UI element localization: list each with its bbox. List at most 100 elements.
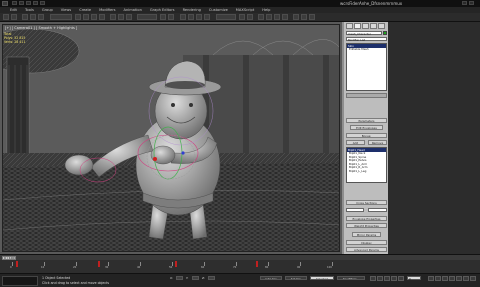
object-name-field[interactable]: mesh_Character [346, 31, 382, 36]
maxscript-listener[interactable] [2, 276, 38, 286]
menu-modifiers[interactable]: Modifiers [99, 8, 115, 12]
menu-customize[interactable]: Customize [209, 8, 228, 12]
named-selection-dropdown[interactable] [216, 14, 236, 20]
undo-tool-icon[interactable] [3, 14, 9, 20]
y-coordinate-field[interactable] [192, 276, 199, 280]
percent-snap-icon[interactable] [196, 14, 202, 20]
select-object-icon[interactable] [75, 14, 81, 20]
stack-item-mesh[interactable]: Editable Mesh [347, 47, 386, 52]
current-frame-field[interactable]: 0 [407, 276, 421, 281]
menu-maxscript[interactable]: MAXScript [236, 8, 254, 12]
spinner-snap-icon[interactable] [204, 14, 210, 20]
pan-icon[interactable] [456, 276, 462, 281]
advanced-params-rollout[interactable]: Advanced Params [346, 247, 387, 252]
menu-graph-editors[interactable]: Graph Editors [150, 8, 175, 12]
manipulate-icon[interactable] [168, 14, 174, 20]
mirror-icon[interactable] [239, 14, 245, 20]
redo-tool-icon[interactable] [11, 14, 17, 20]
modifier-list-dropdown[interactable]: Modifier List [346, 37, 387, 42]
x-coordinate-field[interactable] [176, 276, 183, 280]
close-icon[interactable] [469, 1, 474, 5]
new-file-icon[interactable] [12, 1, 17, 5]
zoom-icon[interactable] [428, 276, 434, 281]
stack-controls[interactable] [346, 93, 387, 98]
bind-spacewarp-icon[interactable] [38, 14, 44, 20]
menu-help[interactable]: Help [262, 8, 270, 12]
motion-tab-icon[interactable] [370, 23, 377, 29]
save-file-icon[interactable] [26, 1, 31, 5]
maximize-viewport-icon[interactable] [470, 276, 476, 281]
modify-tab-icon[interactable] [354, 23, 361, 29]
hierarchy-tab-icon[interactable] [362, 23, 369, 29]
selection-region-icon[interactable] [91, 14, 97, 20]
auto-key-button[interactable]: Auto Key [260, 276, 282, 280]
set-key-button[interactable]: Set Key [285, 276, 307, 280]
modifier-stack[interactable]: Skin Editable Mesh [346, 43, 387, 91]
selection-filter-dropdown[interactable] [50, 14, 72, 20]
move-icon[interactable] [110, 14, 116, 20]
reference-coordinate-dropdown[interactable] [137, 14, 157, 20]
display-rollout[interactable]: Display [346, 240, 387, 245]
play-icon[interactable] [384, 276, 390, 281]
zoom-extents-icon[interactable] [442, 276, 448, 281]
menu-rendering[interactable]: Rendering [183, 8, 201, 12]
mirror-params-rollout[interactable]: Mirror Params [352, 232, 381, 237]
open-file-icon[interactable] [19, 1, 24, 5]
menu-create[interactable]: Create [79, 8, 91, 12]
menu-animation[interactable]: Animation [124, 8, 142, 12]
parameters-rollout[interactable]: Parameters [346, 118, 387, 123]
link-icon[interactable] [22, 14, 28, 20]
undo-icon[interactable] [33, 1, 38, 5]
orbit-icon[interactable] [463, 276, 469, 281]
create-tab-icon[interactable] [346, 23, 353, 29]
envelope-properties-rollout[interactable]: Envelope Properties [346, 216, 387, 221]
previous-frame-icon[interactable] [377, 276, 383, 281]
menu-views[interactable]: Views [61, 8, 71, 12]
menu-group[interactable]: Group [42, 8, 53, 12]
zoom-all-icon[interactable] [435, 276, 441, 281]
rotate-icon[interactable] [118, 14, 124, 20]
keyframe-marker[interactable] [98, 261, 100, 267]
menu-edit[interactable]: Edit [10, 8, 17, 12]
align-icon[interactable] [247, 14, 253, 20]
squash-field[interactable] [368, 208, 387, 212]
rendered-frame-icon[interactable] [301, 14, 307, 20]
window-crossing-icon[interactable] [99, 14, 105, 20]
keyframe-marker[interactable] [256, 261, 258, 267]
unlink-icon[interactable] [30, 14, 36, 20]
layer-manager-icon[interactable] [258, 14, 264, 20]
keyframe-marker[interactable] [16, 261, 18, 267]
field-of-view-icon[interactable] [449, 276, 455, 281]
scale-icon[interactable] [126, 14, 132, 20]
schematic-view-icon[interactable] [274, 14, 280, 20]
track-bar[interactable]: 0 10 20 30 40 50 60 70 80 90 100 [0, 260, 480, 273]
app-logo-icon[interactable] [2, 1, 8, 6]
display-tab-icon[interactable] [378, 23, 385, 29]
pivot-icon[interactable] [160, 14, 166, 20]
key-filters-button[interactable]: Key Filters... [337, 276, 365, 280]
select-by-name-icon[interactable] [83, 14, 89, 20]
menu-tools[interactable]: Tools [25, 8, 34, 12]
go-to-end-icon[interactable] [398, 276, 404, 281]
viewport-label[interactable]: [+] [ Camera01 ] [ Smooth + Highlights ] [5, 26, 77, 30]
render-production-icon[interactable] [309, 14, 315, 20]
next-frame-icon[interactable] [391, 276, 397, 281]
bone-list-item[interactable]: Bip01_L_Leg [347, 169, 386, 174]
radius-field[interactable] [346, 208, 364, 212]
z-coordinate-field[interactable] [208, 276, 215, 280]
edit-envelopes-button[interactable]: Edit Envelopes [350, 125, 383, 130]
remove-bone-button[interactable]: Remove [368, 140, 387, 145]
selected-dropdown[interactable]: Selected [310, 276, 334, 280]
perspective-viewport[interactable] [2, 24, 340, 252]
curve-editor-icon[interactable] [266, 14, 272, 20]
weight-properties-rollout[interactable]: Weight Properties [346, 223, 387, 228]
render-setup-icon[interactable] [293, 14, 299, 20]
add-bone-button[interactable]: Add [346, 140, 365, 145]
minimize-icon[interactable] [462, 1, 467, 5]
angle-snap-icon[interactable] [188, 14, 194, 20]
keyframe-marker[interactable] [175, 261, 177, 267]
snap-toggle-icon[interactable] [180, 14, 186, 20]
cross-sections-rollout[interactable]: Cross Sections [346, 200, 387, 205]
redo-icon[interactable] [40, 1, 45, 5]
bone-list[interactable]: Bip01_Head Bip01_Neck Bip01_Spine Bip01_… [346, 147, 387, 183]
